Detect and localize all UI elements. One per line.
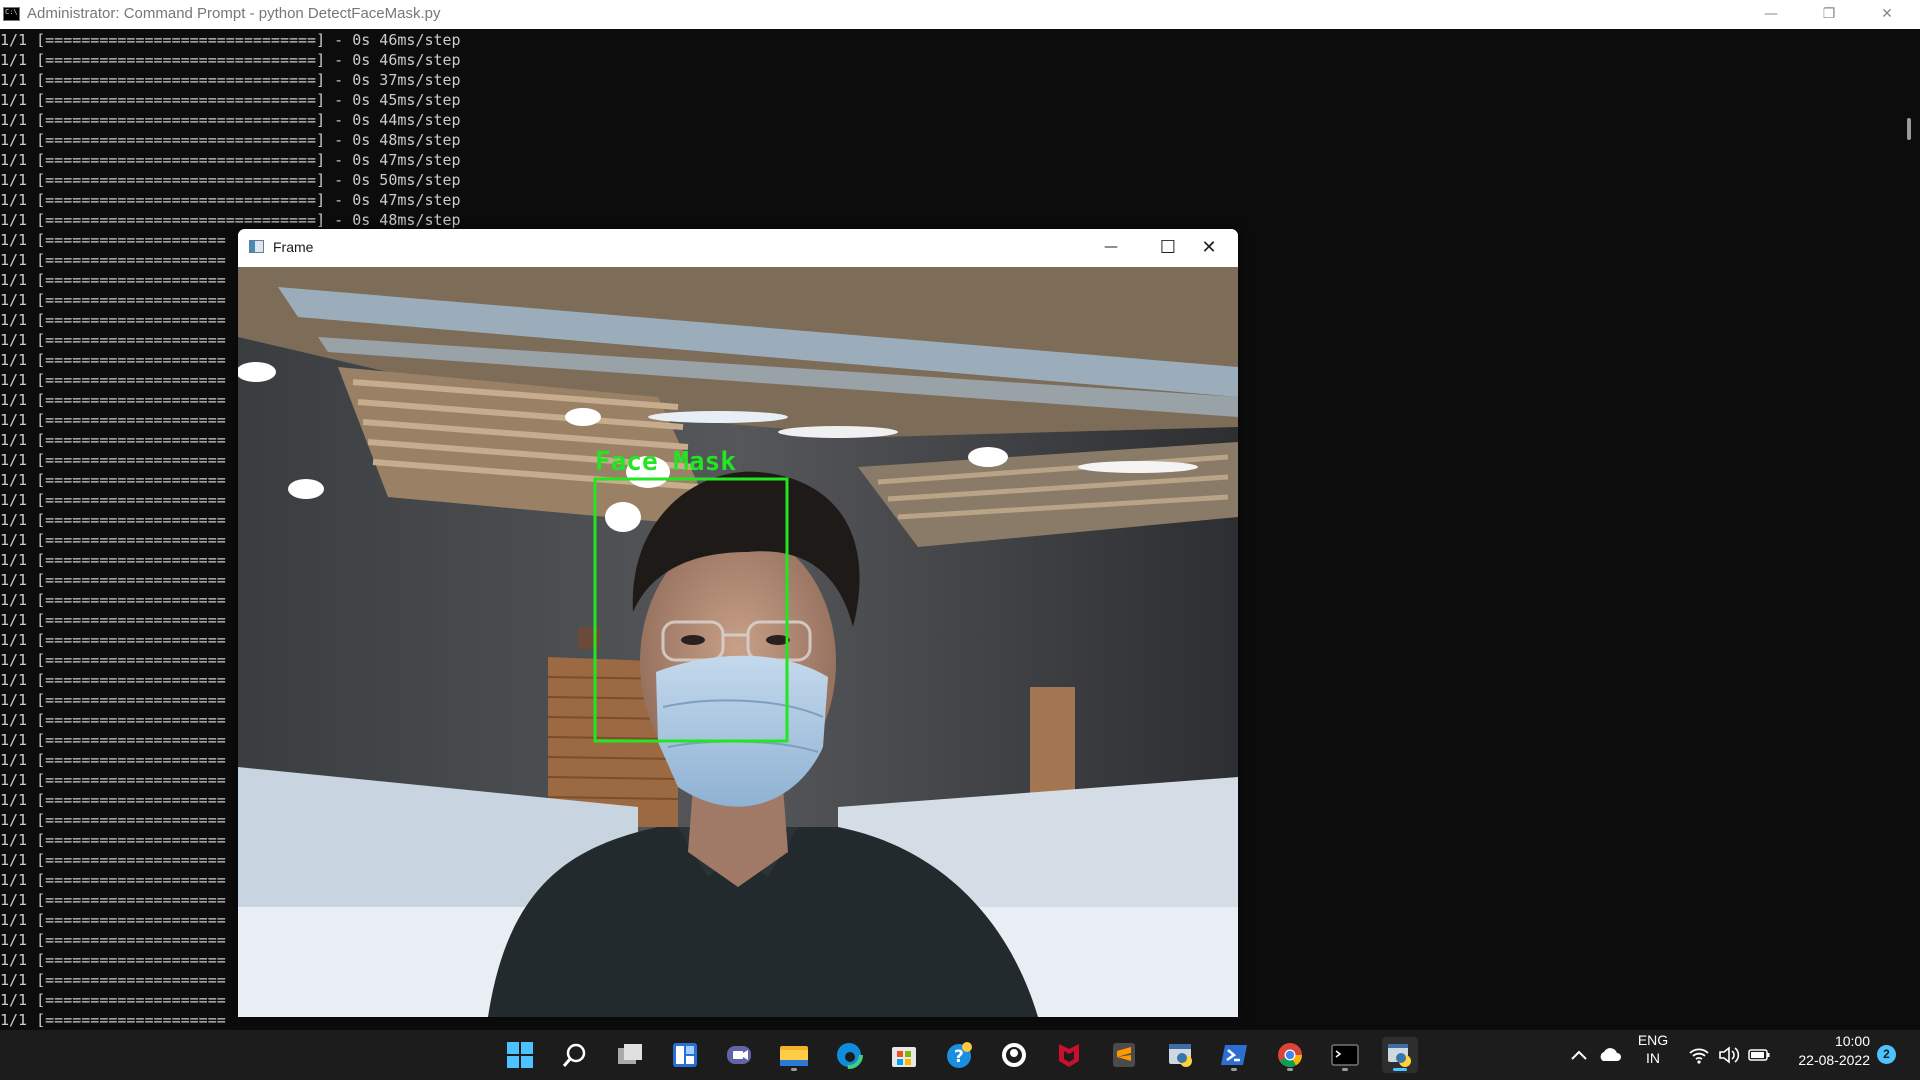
webcam-scene: Face Mask xyxy=(238,267,1238,1017)
python-idle-button[interactable] xyxy=(1163,1037,1199,1073)
console-line: 1/1 [==============================] - 0… xyxy=(0,71,461,89)
frame-window-title: Frame xyxy=(273,239,314,255)
file-explorer-icon xyxy=(780,1046,808,1066)
clock-time: 10:00 xyxy=(1834,1033,1870,1049)
webcam-video-frame: Face Mask xyxy=(238,267,1238,1017)
get-help-button[interactable]: ? xyxy=(941,1037,977,1073)
powershell-button[interactable] xyxy=(1216,1037,1252,1073)
powershell-running-indicator xyxy=(1231,1068,1237,1071)
store-icon xyxy=(892,1047,916,1067)
battery-button[interactable] xyxy=(1748,1045,1772,1070)
wifi-icon xyxy=(1689,1048,1709,1064)
network-button[interactable] xyxy=(1688,1044,1710,1071)
search-icon xyxy=(562,1043,586,1067)
console-minimize-button[interactable]: — xyxy=(1742,0,1800,29)
mcafee-icon xyxy=(1059,1044,1079,1067)
language-indicator[interactable]: ENG IN xyxy=(1636,1031,1670,1067)
region-label: IN xyxy=(1646,1050,1660,1066)
console-line: 1/1 [==============================] - 0… xyxy=(0,131,461,149)
edge-icon xyxy=(835,1041,863,1069)
widgets-icon xyxy=(673,1043,697,1067)
speaker-icon xyxy=(1719,1046,1740,1064)
frame-app-icon xyxy=(249,240,264,253)
python-icon xyxy=(1388,1044,1411,1067)
console-line: 1/1 [==============================] - 0… xyxy=(0,51,461,69)
sublime-icon xyxy=(1113,1043,1135,1067)
help-icon: ? xyxy=(947,1042,972,1068)
python-active-indicator xyxy=(1393,1068,1407,1071)
chat-icon xyxy=(727,1046,751,1064)
console-line: 1/1 [==============================] - 0… xyxy=(0,211,461,229)
sublime-text-button[interactable] xyxy=(1106,1037,1142,1073)
frame-minimize-button[interactable]: — xyxy=(1082,229,1140,267)
start-button[interactable] xyxy=(502,1037,538,1073)
console-titlebar: C:\ Administrator: Command Prompt - pyth… xyxy=(0,0,1920,29)
notification-badge[interactable]: 2 xyxy=(1877,1045,1896,1064)
taskbar-search-button[interactable] xyxy=(557,1037,593,1073)
task-view-icon xyxy=(618,1044,642,1064)
mcafee-button[interactable] xyxy=(1051,1037,1087,1073)
github-icon xyxy=(1002,1043,1026,1067)
language-label: ENG xyxy=(1637,1032,1669,1048)
widgets-button[interactable] xyxy=(667,1037,703,1073)
console-scrollbar[interactable] xyxy=(1899,29,1920,1030)
python-idle-icon xyxy=(1169,1044,1192,1067)
console-line: 1/1 [==============================] - 0… xyxy=(0,171,461,189)
onedrive-button[interactable] xyxy=(1598,1044,1622,1071)
show-hidden-icons-button[interactable] xyxy=(1568,1044,1590,1071)
console-window-title: Administrator: Command Prompt - python D… xyxy=(27,5,441,22)
console-close-button[interactable]: ✕ xyxy=(1858,0,1916,29)
terminal-icon xyxy=(1331,1044,1359,1066)
svg-text:?: ? xyxy=(954,1047,964,1067)
frame-titlebar[interactable]: Frame — ☐ ✕ xyxy=(238,229,1238,267)
file-explorer-running-indicator xyxy=(791,1068,797,1071)
volume-button[interactable] xyxy=(1718,1044,1742,1071)
chrome-icon xyxy=(1278,1043,1302,1068)
teams-chat-button[interactable] xyxy=(721,1037,757,1073)
terminal-button[interactable] xyxy=(1327,1037,1363,1073)
chevron-up-icon xyxy=(1571,1050,1587,1060)
edge-button[interactable] xyxy=(831,1037,867,1073)
microsoft-store-button[interactable] xyxy=(886,1037,922,1073)
powershell-icon xyxy=(1221,1045,1247,1065)
console-line: 1/1 [==============================] - 0… xyxy=(0,31,461,49)
console-line: 1/1 [==============================] - 0… xyxy=(0,151,461,169)
console-line: 1/1 [==============================] - 0… xyxy=(0,111,461,129)
console-restore-button[interactable]: ❐ xyxy=(1800,0,1858,29)
face-detection-label: Face Mask xyxy=(595,447,736,477)
file-explorer-button[interactable] xyxy=(776,1037,812,1073)
battery-icon xyxy=(1748,1049,1770,1061)
windows-start-icon xyxy=(507,1042,533,1068)
console-line: 1/1 [==============================] - 0… xyxy=(0,191,461,209)
console-line: 1/1 [==============================] - 0… xyxy=(0,91,461,109)
command-prompt-icon: C:\ xyxy=(3,7,20,21)
frame-close-button[interactable]: ✕ xyxy=(1180,229,1238,267)
clock-date: 22-08-2022 xyxy=(1798,1052,1870,1068)
cloud-icon xyxy=(1600,1048,1621,1061)
task-view-button[interactable] xyxy=(612,1037,648,1073)
taskbar: ? ENG IN 10:00 22-08-2022 2 xyxy=(0,1030,1920,1080)
python-button[interactable] xyxy=(1382,1037,1418,1073)
clock[interactable]: 10:00 22-08-2022 xyxy=(1780,1032,1870,1070)
console-scrollbar-thumb[interactable] xyxy=(1907,118,1911,140)
github-desktop-button[interactable] xyxy=(996,1037,1032,1073)
chrome-button[interactable] xyxy=(1272,1037,1308,1073)
chrome-running-indicator xyxy=(1287,1068,1293,1071)
terminal-running-indicator xyxy=(1342,1068,1348,1071)
frame-window[interactable]: Frame — ☐ ✕ Face Mask xyxy=(238,229,1238,1017)
